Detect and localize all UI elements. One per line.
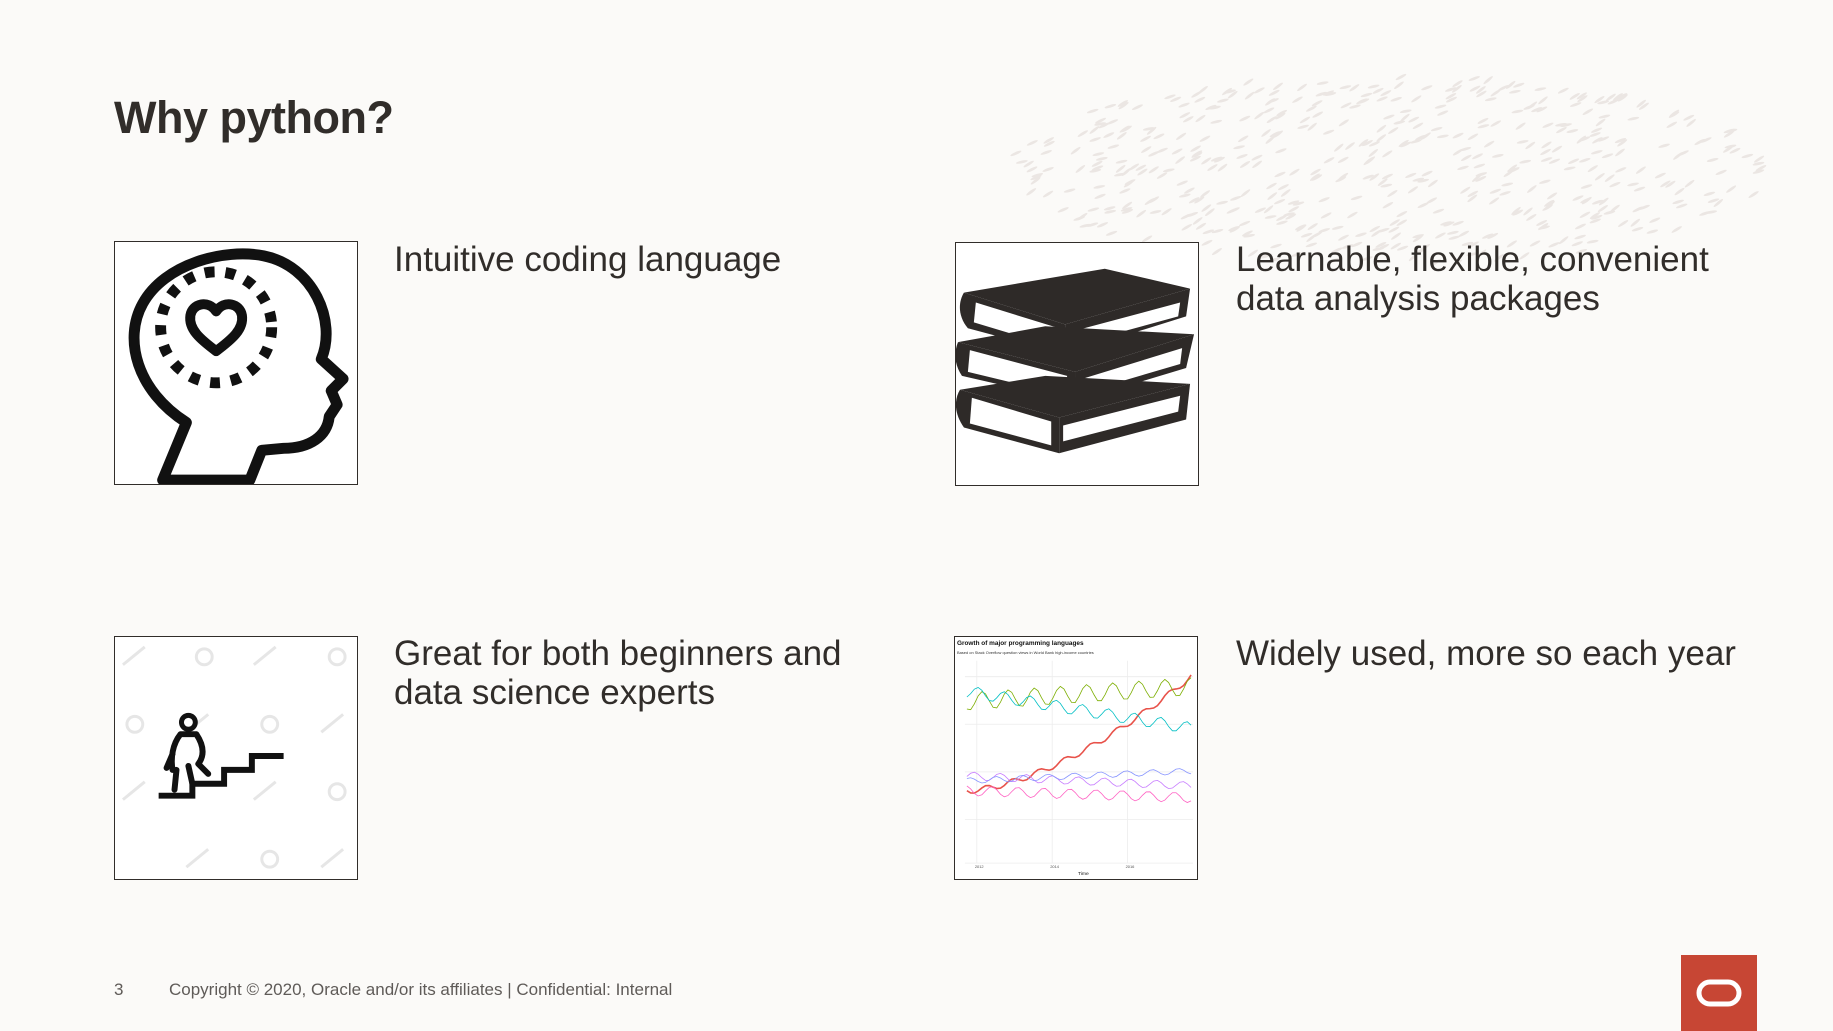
slide-title: Why python?	[114, 92, 394, 143]
footer-copyright: Copyright © 2020, Oracle and/or its affi…	[169, 980, 673, 999]
chart-thumbnail-xtick-1: 2014	[1050, 864, 1060, 869]
chart-thumbnail-series-line	[966, 674, 1192, 794]
slide: Why python? Intuitive coding language Le…	[0, 0, 1833, 1031]
stairs-climber-icon	[114, 636, 358, 880]
oracle-logo	[1681, 955, 1757, 1031]
chart-thumbnail-xlabel: Time	[1078, 871, 1089, 877]
caption-beginners: Great for both beginners and data scienc…	[394, 634, 842, 712]
chart-thumbnail-xtick-0: 2012	[975, 864, 984, 869]
caption-intuitive: Intuitive coding language	[394, 240, 782, 279]
books-icon	[955, 242, 1199, 486]
chart-thumbnail-subtitle: Based on Stack Overflow question views i…	[957, 650, 1094, 655]
caption-widely-used: Widely used, more so each year	[1236, 634, 1736, 673]
language-growth-chart-thumbnail: Growth of major programming languages Ba…	[954, 636, 1198, 880]
chart-thumbnail-title: Growth of major programming languages	[957, 640, 1084, 647]
head-heart-icon	[114, 241, 358, 485]
chart-thumbnail-xtick-2: 2016	[1126, 864, 1136, 869]
caption-packages: Learnable, flexible, convenient data ana…	[1236, 240, 1709, 318]
page-number: 3	[114, 980, 124, 999]
